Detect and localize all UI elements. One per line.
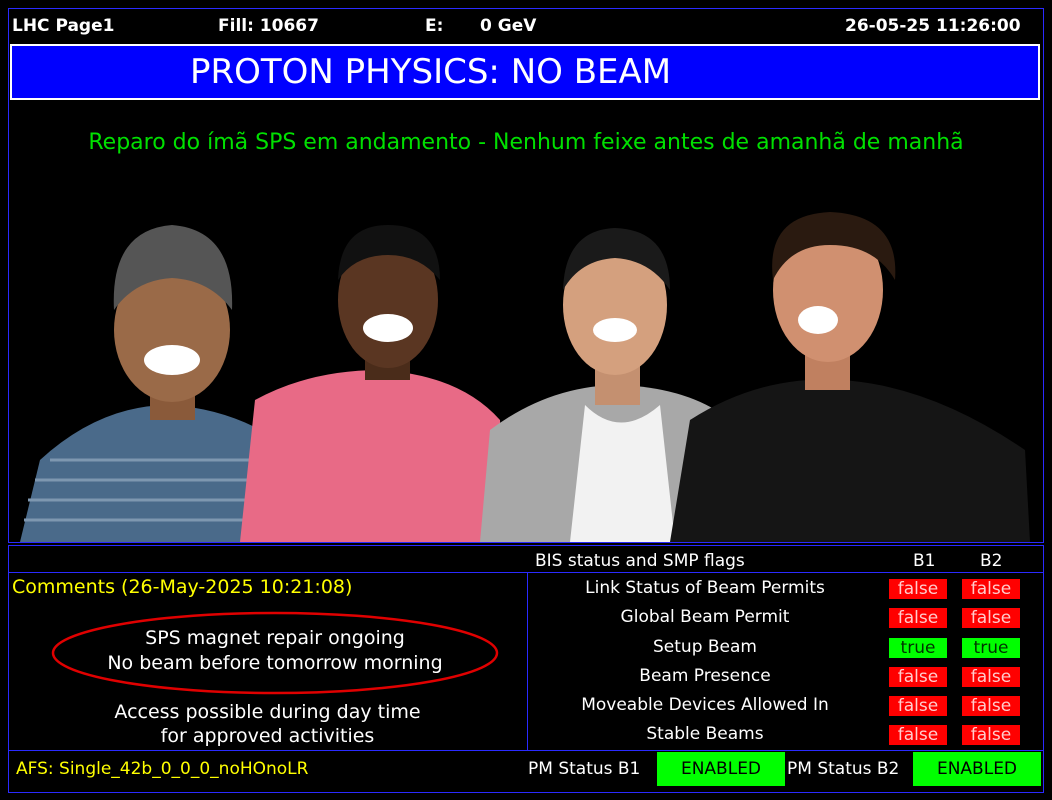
bis-flag-b2: true xyxy=(962,638,1020,658)
bis-flag-b2: false xyxy=(962,608,1020,628)
bis-heading: BIS status and SMP flags xyxy=(535,551,745,571)
page-title: PROTON PHYSICS: NO BEAM xyxy=(190,52,672,92)
pm-b1-label: PM Status B1 xyxy=(528,759,641,779)
afs-status: AFS: Single_42b_0_0_0_noHOnoLR xyxy=(16,759,309,779)
comment-line: for approved activities xyxy=(160,725,375,747)
fill-number: Fill: 10667 xyxy=(218,16,319,36)
bis-flag-b1: false xyxy=(889,579,947,599)
comment-line: Access possible during day time xyxy=(114,701,421,723)
bis-row-label: Global Beam Permit xyxy=(620,607,790,627)
bis-flag-b2: false xyxy=(962,667,1020,687)
bis-flag-b1: false xyxy=(889,696,947,716)
laughing-people-photo xyxy=(20,212,1030,542)
energy-value: 0 GeV xyxy=(480,16,537,36)
bis-flag-b2: false xyxy=(962,725,1020,745)
datetime: 26-05-25 11:26:00 xyxy=(845,16,1021,36)
energy-label: E: xyxy=(425,16,444,36)
status-message: Reparo do ímã SPS em andamento - Nenhum … xyxy=(88,130,964,155)
comment-block-2: Access possible during day time for appr… xyxy=(30,700,505,748)
bis-row-label: Setup Beam xyxy=(653,637,757,657)
comment-line: SPS magnet repair ongoing xyxy=(145,627,405,649)
bis-flag-b2: false xyxy=(962,696,1020,716)
bis-row-label: Moveable Devices Allowed In xyxy=(581,695,829,715)
divider-comments xyxy=(8,572,1044,573)
comments-heading: Comments (26-May-2025 10:21:08) xyxy=(12,576,353,598)
divider-footer xyxy=(8,750,1044,751)
person-2 xyxy=(240,225,505,542)
pm-b2-label: PM Status B2 xyxy=(787,759,900,779)
page-name: LHC Page1 xyxy=(12,16,115,36)
bis-flag-b1: true xyxy=(889,638,947,658)
bis-row-label: Beam Presence xyxy=(639,666,771,686)
pm-b2-status: ENABLED xyxy=(913,752,1041,786)
bis-flag-b1: false xyxy=(889,608,947,628)
divider-vertical xyxy=(527,572,528,750)
bis-flag-b2: false xyxy=(962,579,1020,599)
bis-row-label: Link Status of Beam Permits xyxy=(585,578,825,598)
bis-col-b1: B1 xyxy=(913,551,936,571)
bis-row-label: Stable Beams xyxy=(646,724,764,744)
pm-b1-status: ENABLED xyxy=(657,752,785,786)
bis-flag-b1: false xyxy=(889,667,947,687)
person-4 xyxy=(670,212,1030,542)
bis-col-b2: B2 xyxy=(980,551,1003,571)
bis-flag-b1: false xyxy=(889,725,947,745)
comment-block-1: SPS magnet repair ongoing No beam before… xyxy=(50,626,500,676)
comment-line: No beam before tomorrow morning xyxy=(107,652,443,674)
